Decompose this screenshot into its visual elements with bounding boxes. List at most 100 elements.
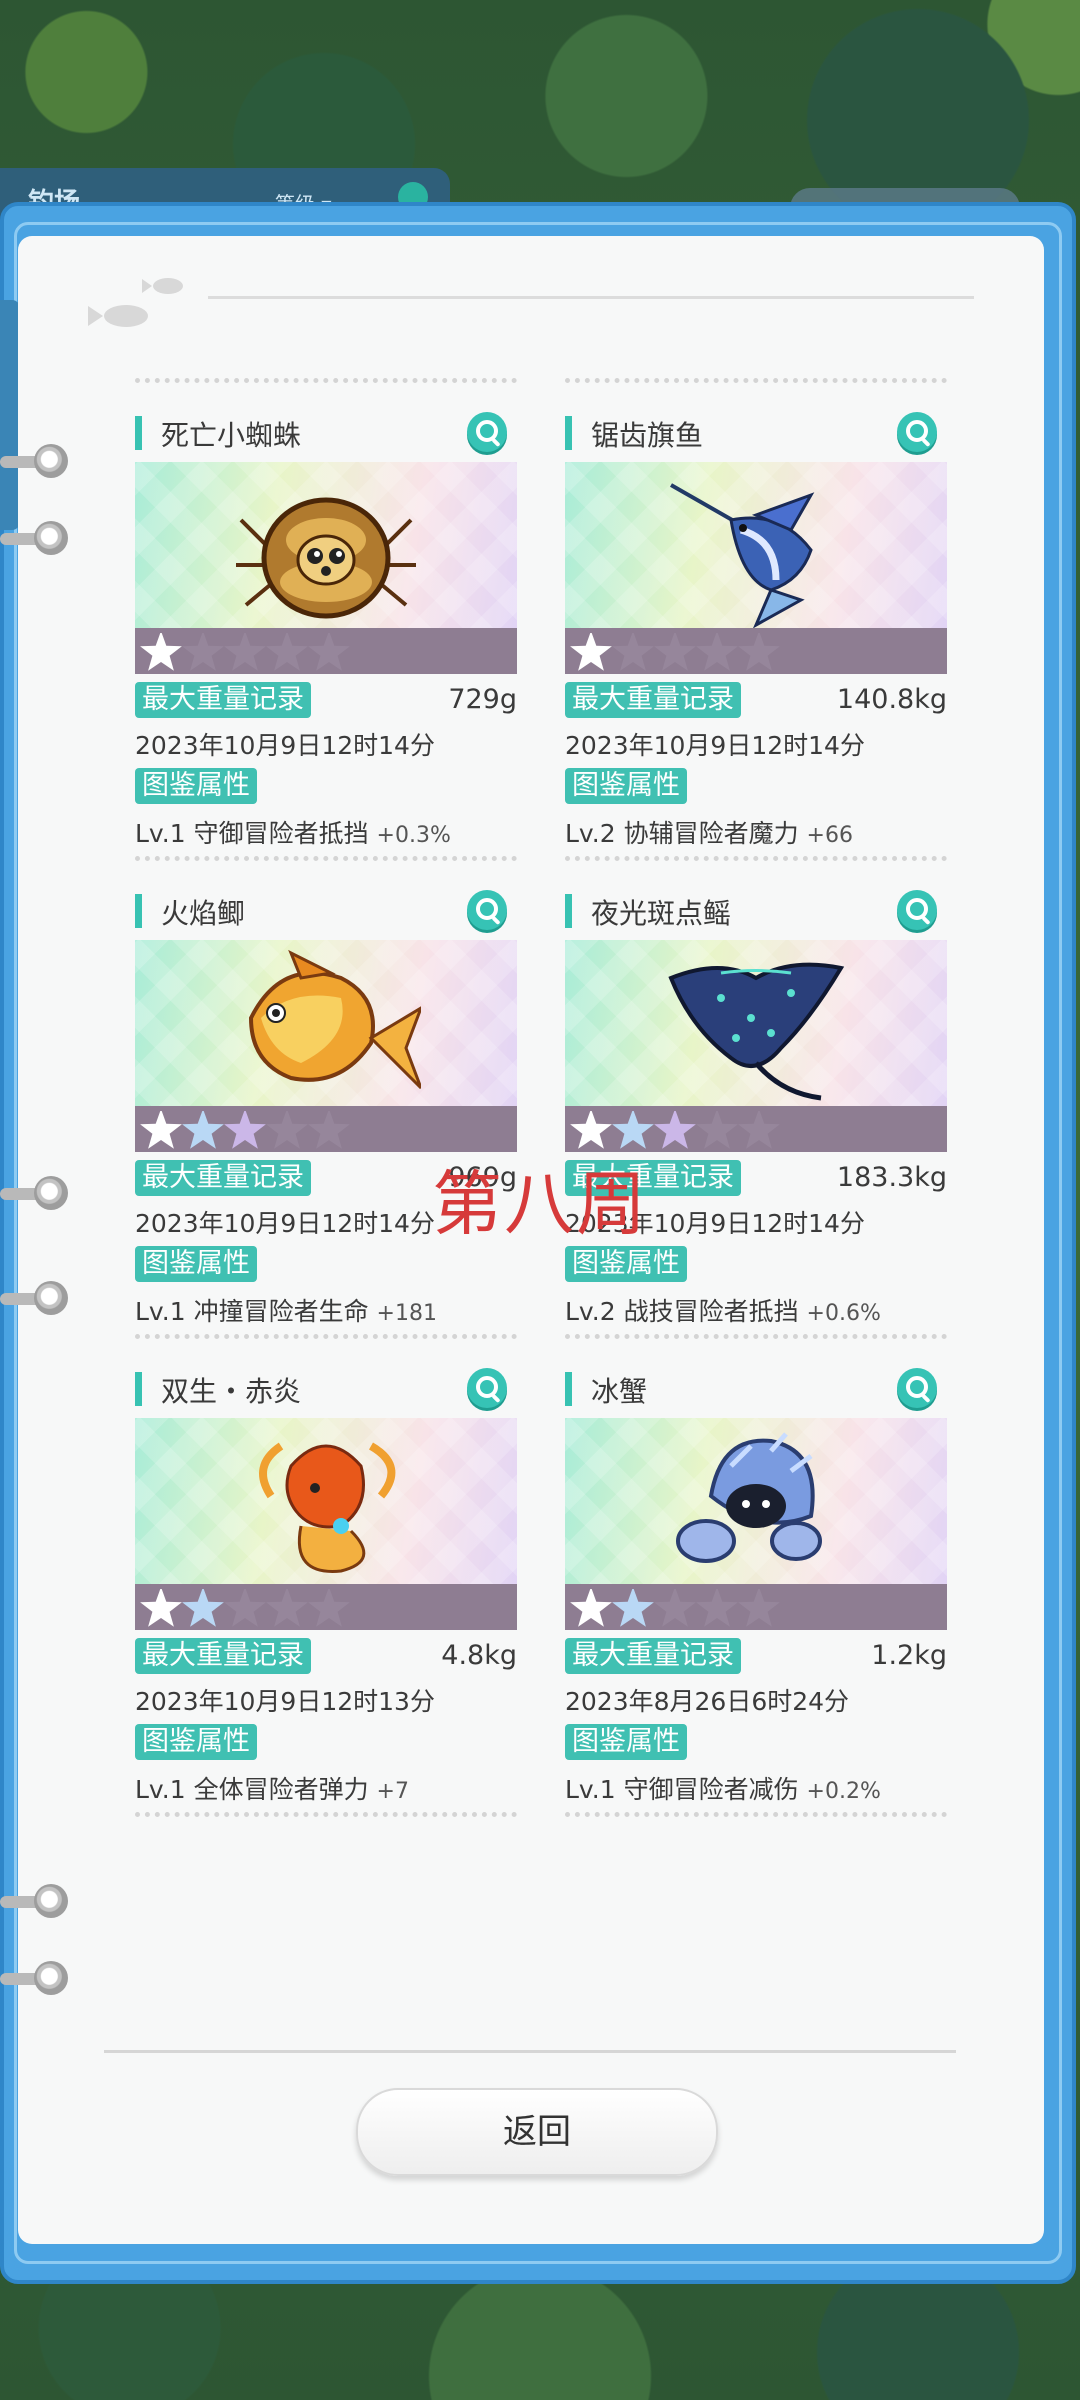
dotted-divider: [565, 856, 947, 861]
fish-portrait[interactable]: [135, 1418, 517, 1630]
attribute-desc: Lv.1 守御冒险者减伤: [565, 1775, 799, 1804]
record-date: 2023年10月9日12时13分: [135, 1687, 435, 1716]
fish-card-header: 火焰鲫: [135, 890, 517, 932]
magnify-icon[interactable]: [467, 412, 507, 452]
rarity-bar: [565, 628, 947, 674]
fish-portrait[interactable]: [135, 462, 517, 674]
attribute-desc: Lv.1 守御冒险者抵挡: [135, 819, 369, 848]
fish-card-header: 双生・赤炎: [135, 1368, 517, 1410]
max-weight-badge: 最大重量记录: [565, 1638, 741, 1674]
rarity-stars: [570, 633, 780, 671]
title-accent-bar: [135, 894, 142, 928]
star-icon: [224, 1111, 266, 1149]
attribute-desc: Lv.1 冲撞冒险者生命: [135, 1297, 369, 1326]
binder-ring: [0, 1281, 68, 1315]
fish-portrait[interactable]: [565, 462, 947, 674]
max-weight-value: 729g: [448, 684, 517, 715]
dotted-divider: [135, 1334, 517, 1339]
binder-ring: [0, 1961, 68, 1995]
rarity-stars: [570, 1589, 780, 1627]
star-icon: [570, 1589, 612, 1627]
attribute-text: Lv.1 全体冒险者弹力 +7: [135, 1770, 409, 1806]
star-icon: [266, 1589, 308, 1627]
fish-name: 双生・赤炎: [161, 1375, 302, 1408]
fish-portrait[interactable]: [135, 940, 517, 1152]
magnify-icon[interactable]: [897, 890, 937, 930]
max-weight-badge: 最大重量记录: [565, 682, 741, 718]
star-icon: [308, 1589, 350, 1627]
star-icon: [182, 1111, 224, 1149]
star-icon: [654, 1111, 696, 1149]
max-weight-value: 4.8kg: [441, 1640, 517, 1671]
star-icon: [570, 633, 612, 671]
dotted-divider: [135, 1812, 517, 1817]
attribute-text: Lv.1 守御冒险者抵挡 +0.3%: [135, 814, 451, 850]
attribute-badge: 图鉴属性: [135, 1246, 257, 1282]
attribute-desc: Lv.1 全体冒险者弹力: [135, 1775, 369, 1804]
rarity-bar: [135, 628, 517, 674]
star-icon: [224, 1589, 266, 1627]
max-weight-value: 183.3kg: [836, 1162, 947, 1193]
twin-flame-creature-icon: [259, 1442, 396, 1573]
attribute-badge: 图鉴属性: [135, 1724, 257, 1760]
star-icon: [612, 633, 654, 671]
max-weight-badge: 最大重量记录: [135, 1638, 311, 1674]
rarity-stars: [140, 633, 350, 671]
magnify-icon[interactable]: [897, 412, 937, 452]
attribute-value: +0.2%: [806, 1779, 881, 1804]
fish-portrait[interactable]: [565, 1418, 947, 1630]
title-accent-bar: [565, 1372, 572, 1406]
fish-card-header: 死亡小蜘蛛: [135, 412, 517, 454]
attribute-badge: 图鉴属性: [565, 1246, 687, 1282]
attribute-value: +66: [806, 823, 853, 848]
attribute-badge: 图鉴属性: [135, 768, 257, 804]
left-tab-bar: [0, 300, 20, 530]
dotted-divider: [135, 856, 517, 861]
swordfish-creature-icon: [670, 483, 815, 629]
max-weight-badge: 最大重量记录: [135, 1160, 311, 1196]
rarity-bar: [135, 1584, 517, 1630]
header-divider: [208, 296, 974, 299]
binder-ring: [0, 1884, 68, 1918]
attribute-badge: 图鉴属性: [565, 1724, 687, 1760]
magnify-icon[interactable]: [467, 1368, 507, 1408]
fish-portrait[interactable]: [565, 940, 947, 1152]
back-button[interactable]: 返回: [356, 2088, 718, 2176]
title-accent-bar: [135, 1372, 142, 1406]
fish-name: 夜光斑点鳐: [591, 897, 732, 930]
rarity-bar: [565, 1584, 947, 1630]
star-icon: [612, 1589, 654, 1627]
title-accent-bar: [135, 416, 142, 450]
star-icon: [266, 1111, 308, 1149]
binder-ring: [0, 1176, 68, 1210]
record-date: 2023年8月26日6时24分: [565, 1687, 850, 1716]
attribute-text: Lv.2 战技冒险者抵挡 +0.6%: [565, 1292, 881, 1328]
rarity-stars: [570, 1111, 780, 1149]
binder-ring: [0, 521, 68, 555]
rarity-bar: [565, 1106, 947, 1152]
night-ray-creature-icon: [668, 962, 845, 1101]
bottom-divider: [104, 2050, 956, 2053]
star-icon: [696, 633, 738, 671]
attribute-value: +181: [376, 1301, 437, 1326]
attribute-text: Lv.1 冲撞冒险者生命 +181: [135, 1292, 437, 1328]
dotted-divider: [565, 378, 947, 383]
star-icon: [266, 633, 308, 671]
magnify-icon[interactable]: [897, 1368, 937, 1408]
star-icon: [308, 633, 350, 671]
flame-crucian-creature-icon: [248, 949, 421, 1090]
rarity-stars: [140, 1589, 350, 1627]
magnify-icon[interactable]: [467, 890, 507, 930]
title-accent-bar: [565, 416, 572, 450]
star-icon: [182, 1589, 224, 1627]
scroll-fade: [68, 1964, 1024, 2044]
dotted-divider: [565, 1812, 947, 1817]
star-icon: [738, 633, 780, 671]
fish-icon: [88, 278, 183, 327]
ice-crab-creature-icon: [676, 1432, 822, 1563]
binder-ring: [0, 444, 68, 478]
star-icon: [654, 633, 696, 671]
star-icon: [738, 1589, 780, 1627]
attribute-desc: Lv.2 战技冒险者抵挡: [565, 1297, 799, 1326]
fish-name: 冰蟹: [591, 1375, 648, 1408]
